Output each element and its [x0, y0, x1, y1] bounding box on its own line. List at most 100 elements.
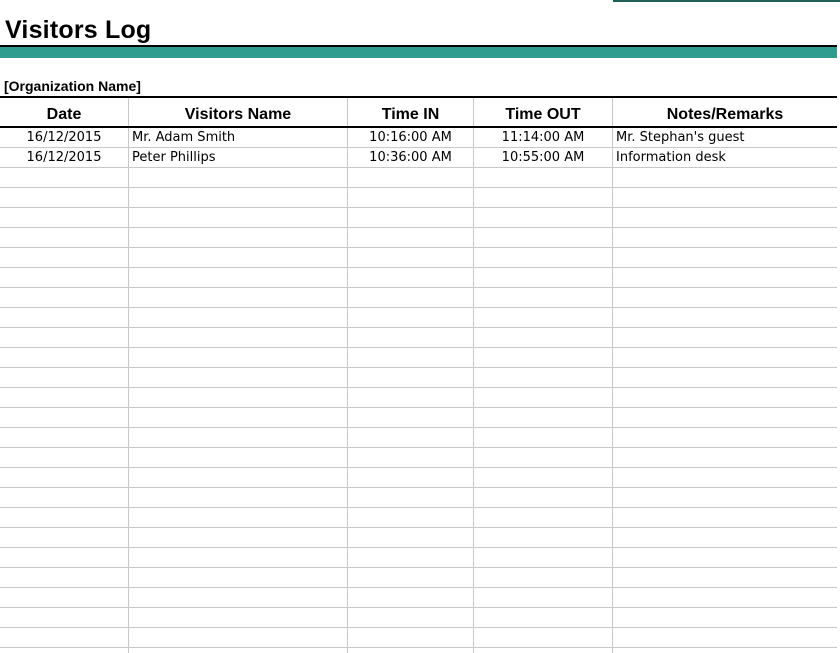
notes-remarks-cell[interactable] — [613, 428, 837, 447]
time-in-cell[interactable] — [348, 388, 473, 407]
time-in-cell[interactable] — [348, 268, 473, 287]
notes-remarks-cell[interactable] — [613, 228, 837, 247]
time-out-cell[interactable] — [474, 448, 612, 467]
visitor-name-cell[interactable]: Peter Phillips — [129, 148, 347, 167]
time-out-cell[interactable] — [474, 388, 612, 407]
time-in-cell[interactable] — [348, 228, 473, 247]
time-out-cell[interactable] — [474, 248, 612, 267]
date-cell[interactable] — [0, 388, 128, 407]
date-cell[interactable] — [0, 628, 128, 647]
notes-remarks-cell[interactable] — [613, 448, 837, 467]
notes-remarks-cell[interactable]: Mr. Stephan's guest — [613, 128, 837, 147]
visitor-name-cell[interactable] — [129, 428, 347, 447]
time-out-cell[interactable] — [474, 548, 612, 567]
date-cell[interactable] — [0, 428, 128, 447]
time-in-cell[interactable] — [348, 428, 473, 447]
column-header-time-in[interactable]: Time IN — [348, 99, 473, 127]
notes-remarks-cell[interactable] — [613, 628, 837, 647]
visitor-name-cell[interactable] — [129, 348, 347, 367]
notes-remarks-cell[interactable] — [613, 208, 837, 227]
time-in-cell[interactable] — [348, 608, 473, 627]
column-header-date[interactable]: Date — [0, 99, 128, 127]
date-cell[interactable] — [0, 168, 128, 187]
time-out-cell[interactable] — [474, 208, 612, 227]
visitor-name-cell[interactable] — [129, 628, 347, 647]
date-cell[interactable] — [0, 528, 128, 547]
date-cell[interactable]: 16/12/2015 — [0, 128, 128, 147]
date-cell[interactable] — [0, 468, 128, 487]
time-out-cell[interactable] — [474, 348, 612, 367]
notes-remarks-cell[interactable] — [613, 468, 837, 487]
time-in-cell[interactable] — [348, 628, 473, 647]
time-out-cell[interactable] — [474, 188, 612, 207]
visitor-name-cell[interactable] — [129, 268, 347, 287]
time-in-cell[interactable] — [348, 508, 473, 527]
visitor-name-cell[interactable] — [129, 368, 347, 387]
date-cell[interactable] — [0, 508, 128, 527]
date-cell[interactable] — [0, 208, 128, 227]
notes-remarks-cell[interactable] — [613, 568, 837, 587]
organization-name-cell[interactable]: [Organization Name] — [4, 77, 141, 95]
visitor-name-cell[interactable] — [129, 468, 347, 487]
time-in-cell[interactable]: 10:36:00 AM — [348, 148, 473, 167]
notes-remarks-cell[interactable] — [613, 368, 837, 387]
notes-remarks-cell[interactable] — [613, 348, 837, 367]
visitor-name-cell[interactable] — [129, 568, 347, 587]
notes-remarks-cell[interactable] — [613, 508, 837, 527]
notes-remarks-cell[interactable] — [613, 288, 837, 307]
date-cell[interactable] — [0, 228, 128, 247]
time-out-cell[interactable] — [474, 268, 612, 287]
column-header-notes-remarks[interactable]: Notes/Remarks — [613, 99, 837, 127]
time-in-cell[interactable] — [348, 348, 473, 367]
date-cell[interactable] — [0, 348, 128, 367]
time-out-cell[interactable] — [474, 488, 612, 507]
date-cell[interactable] — [0, 588, 128, 607]
notes-remarks-cell[interactable] — [613, 488, 837, 507]
time-out-cell[interactable] — [474, 568, 612, 587]
visitor-name-cell[interactable] — [129, 388, 347, 407]
visitor-name-cell[interactable] — [129, 248, 347, 267]
date-cell[interactable] — [0, 488, 128, 507]
time-in-cell[interactable] — [348, 168, 473, 187]
visitor-name-cell[interactable] — [129, 208, 347, 227]
time-out-cell[interactable] — [474, 228, 612, 247]
time-out-cell[interactable] — [474, 628, 612, 647]
date-cell[interactable] — [0, 328, 128, 347]
time-in-cell[interactable] — [348, 568, 473, 587]
time-out-cell[interactable] — [474, 168, 612, 187]
time-in-cell[interactable] — [348, 208, 473, 227]
visitor-name-cell[interactable] — [129, 448, 347, 467]
visitor-name-cell[interactable] — [129, 528, 347, 547]
time-in-cell[interactable] — [348, 328, 473, 347]
time-in-cell[interactable]: 10:16:00 AM — [348, 128, 473, 147]
notes-remarks-cell[interactable] — [613, 608, 837, 627]
notes-remarks-cell[interactable] — [613, 408, 837, 427]
time-out-cell[interactable] — [474, 608, 612, 627]
time-in-cell[interactable] — [348, 308, 473, 327]
time-in-cell[interactable] — [348, 528, 473, 547]
time-out-cell[interactable] — [474, 588, 612, 607]
time-out-cell[interactable] — [474, 508, 612, 527]
visitor-name-cell[interactable] — [129, 408, 347, 427]
notes-remarks-cell[interactable] — [613, 248, 837, 267]
time-out-cell[interactable] — [474, 288, 612, 307]
visitor-name-cell[interactable] — [129, 548, 347, 567]
time-in-cell[interactable] — [348, 488, 473, 507]
time-in-cell[interactable] — [348, 288, 473, 307]
time-in-cell[interactable] — [348, 188, 473, 207]
date-cell[interactable]: 16/12/2015 — [0, 148, 128, 167]
time-out-cell[interactable] — [474, 428, 612, 447]
time-out-cell[interactable] — [474, 328, 612, 347]
time-out-cell[interactable] — [474, 528, 612, 547]
column-header-time-out[interactable]: Time OUT — [474, 99, 612, 127]
notes-remarks-cell[interactable]: Information desk — [613, 148, 837, 167]
time-out-cell[interactable] — [474, 408, 612, 427]
visitor-name-cell[interactable] — [129, 228, 347, 247]
time-in-cell[interactable] — [348, 548, 473, 567]
time-out-cell[interactable] — [474, 468, 612, 487]
notes-remarks-cell[interactable] — [613, 388, 837, 407]
visitor-name-cell[interactable]: Mr. Adam Smith — [129, 128, 347, 147]
time-in-cell[interactable] — [348, 368, 473, 387]
date-cell[interactable] — [0, 248, 128, 267]
date-cell[interactable] — [0, 568, 128, 587]
